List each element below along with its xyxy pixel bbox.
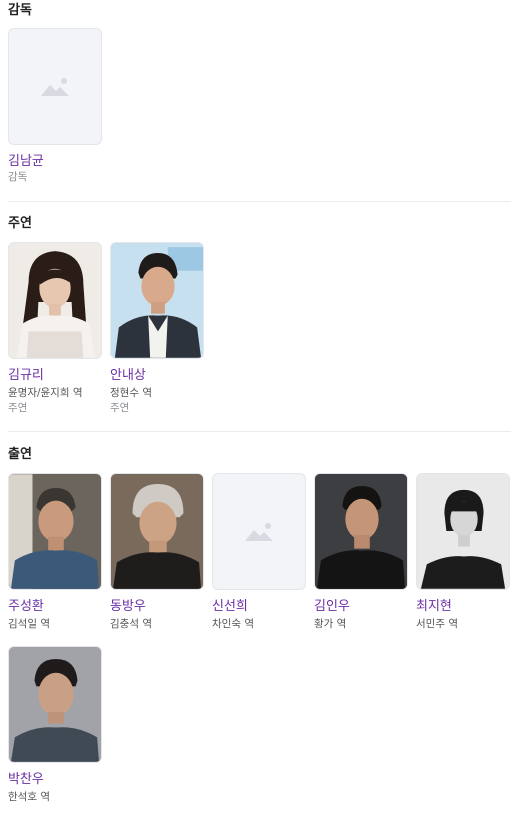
person-role: 서민주 역 <box>416 618 458 630</box>
placeholder-image-icon[interactable] <box>8 28 102 145</box>
person-photo[interactable] <box>8 473 102 590</box>
person-role: 감독 <box>8 171 28 183</box>
person-name[interactable]: 김규리 <box>8 367 102 384</box>
person-card[interactable]: 김남균 감독 <box>8 28 102 185</box>
person-photo[interactable] <box>110 242 204 359</box>
cast-section: 출연 주성환 김석일 역 동방우 김충석 역 신선희 차인숙 역 김인우 황가 … <box>0 432 519 805</box>
person-photo[interactable] <box>314 473 408 590</box>
person-card[interactable]: 동방우 김충석 역 <box>110 473 204 632</box>
person-role: 차인숙 역 <box>212 618 254 630</box>
placeholder-image-icon[interactable] <box>212 473 306 590</box>
person-card[interactable]: 주성환 김석일 역 <box>8 473 102 632</box>
person-name[interactable]: 안내상 <box>110 367 204 384</box>
person-name[interactable]: 주성환 <box>8 598 102 615</box>
person-photo[interactable] <box>8 242 102 359</box>
person-name[interactable]: 최지현 <box>416 598 510 615</box>
person-role: 김석일 역 <box>8 618 50 630</box>
person-name[interactable]: 김남균 <box>8 153 102 170</box>
person-billing: 주연 <box>8 402 28 414</box>
person-name[interactable]: 김인우 <box>314 598 408 615</box>
person-card[interactable]: 박찬우 한석호 역 <box>8 646 102 805</box>
section-title-director: 감독 <box>8 3 32 18</box>
person-role: 황가 역 <box>314 618 347 630</box>
director-section: 감독 김남균 감독 <box>0 0 519 185</box>
person-role: 정현수 역 <box>110 387 152 399</box>
person-photo[interactable] <box>416 473 510 590</box>
person-card[interactable]: 신선희 차인숙 역 <box>212 473 306 632</box>
person-role: 한석호 역 <box>8 791 50 803</box>
person-photo[interactable] <box>8 646 102 763</box>
person-role: 윤명자/윤지희 역 <box>8 387 83 399</box>
person-name[interactable]: 박찬우 <box>8 771 102 788</box>
person-card[interactable]: 안내상 정현수 역 주연 <box>110 242 204 416</box>
person-card[interactable]: 김인우 황가 역 <box>314 473 408 632</box>
lead-section: 주연 김규리 윤명자/윤지희 역 주연 안내상 정현수 역 주연 <box>0 202 519 416</box>
person-photo[interactable] <box>110 473 204 590</box>
person-billing: 주연 <box>110 402 130 414</box>
section-title-lead: 주연 <box>8 216 32 231</box>
person-role: 김충석 역 <box>110 618 152 630</box>
person-name[interactable]: 동방우 <box>110 598 204 615</box>
person-card[interactable]: 김규리 윤명자/윤지희 역 주연 <box>8 242 102 416</box>
person-name[interactable]: 신선희 <box>212 598 306 615</box>
section-title-cast: 출연 <box>8 447 32 462</box>
person-card[interactable]: 최지현 서민주 역 <box>416 473 510 632</box>
